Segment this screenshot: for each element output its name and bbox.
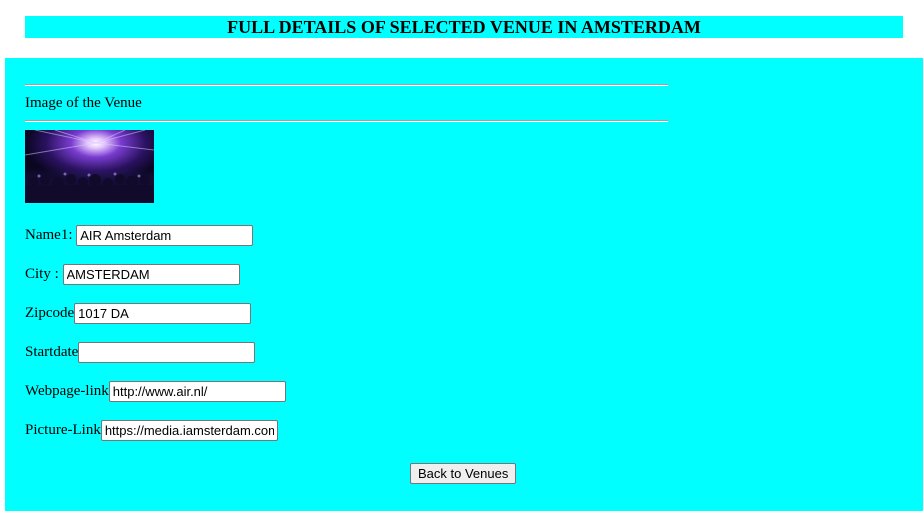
webpage-row: Webpage-link	[25, 380, 286, 402]
picture-input[interactable]	[100, 419, 278, 441]
picture-row: Picture-Link	[25, 419, 278, 441]
name-label: Name1:	[25, 226, 77, 243]
divider-top	[25, 84, 668, 86]
divider-bottom	[25, 120, 668, 122]
page-title: FULL DETAILS OF SELECTED VENUE IN AMSTER…	[25, 16, 903, 38]
picture-label: Picture-Link	[25, 421, 101, 438]
webpage-input[interactable]	[108, 380, 286, 402]
zipcode-input[interactable]	[74, 302, 252, 324]
startdate-label: Startdate	[25, 343, 79, 360]
city-row: City :	[25, 263, 240, 285]
city-input[interactable]	[62, 263, 240, 285]
webpage-label: Webpage-link	[25, 382, 109, 399]
venue-details-panel: Image of the Venue Name1: AIR Amsterdam …	[5, 58, 923, 511]
zipcode-row: Zipcode	[25, 302, 252, 324]
back-to-venues-button[interactable]: Back to Venues	[410, 463, 517, 484]
name-row: Name1:	[25, 224, 254, 246]
venue-image	[25, 130, 154, 203]
startdate-input[interactable]	[78, 341, 256, 363]
zipcode-label: Zipcode	[25, 304, 75, 321]
city-label: City :	[25, 265, 63, 282]
name-input[interactable]	[76, 224, 254, 246]
startdate-row: Startdate	[25, 341, 256, 363]
image-caption: Image of the Venue	[25, 95, 142, 111]
